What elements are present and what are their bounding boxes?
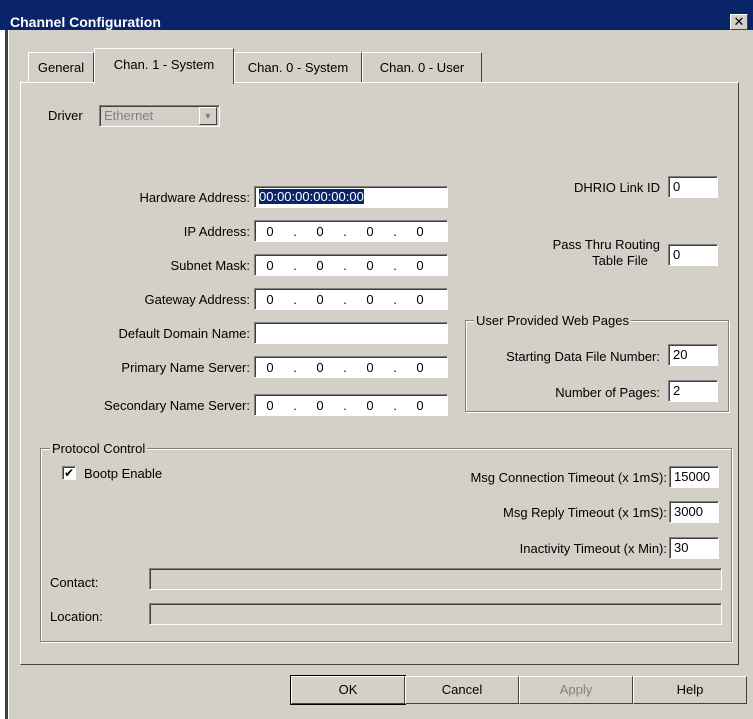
bootp-enable-label: Bootp Enable bbox=[84, 466, 163, 481]
pass-thru-routing-label-2: Table File bbox=[592, 253, 648, 268]
ip-dot: . bbox=[393, 291, 397, 307]
tab-chan0-user[interactable]: Chan. 0 - User bbox=[362, 52, 482, 82]
ip-octet: 0 bbox=[266, 223, 274, 239]
ip-octet: 0 bbox=[316, 397, 324, 413]
inactivity-timeout-field[interactable]: 30 bbox=[669, 537, 719, 559]
ip-dot: . bbox=[393, 223, 397, 239]
contact-field[interactable] bbox=[149, 568, 722, 590]
ip-address-field[interactable]: 0. 0. 0. 0 bbox=[254, 220, 448, 242]
pass-thru-routing-label: Pass Thru Routing bbox=[552, 237, 660, 252]
ip-octet: 0 bbox=[266, 257, 274, 273]
apply-button[interactable]: Apply bbox=[519, 676, 633, 704]
hardware-address-field[interactable]: 00:00:00:00:00:00 bbox=[254, 186, 448, 208]
ok-button[interactable]: OK bbox=[290, 675, 406, 705]
ip-dot: . bbox=[393, 359, 397, 375]
default-domain-name-field[interactable] bbox=[254, 322, 448, 344]
dhrio-link-id-field[interactable]: 0 bbox=[668, 176, 718, 198]
msg-connection-timeout-label: Msg Connection Timeout (x 1mS): bbox=[470, 470, 667, 485]
ip-dot: . bbox=[343, 291, 347, 307]
primary-name-server-label: Primary Name Server: bbox=[121, 360, 250, 375]
ip-octet: 0 bbox=[316, 257, 324, 273]
tab-chan0-system[interactable]: Chan. 0 - System bbox=[234, 52, 362, 82]
tab-general[interactable]: General bbox=[28, 52, 94, 82]
inactivity-timeout-label: Inactivity Timeout (x Min): bbox=[519, 541, 667, 556]
hardware-address-value: 00:00:00:00:00:00 bbox=[259, 189, 364, 204]
ip-octet: 0 bbox=[316, 359, 324, 375]
protocol-control-title: Protocol Control bbox=[50, 441, 148, 456]
ip-dot: . bbox=[293, 291, 297, 307]
msg-reply-timeout-label: Msg Reply Timeout (x 1mS): bbox=[503, 505, 667, 520]
ip-dot: . bbox=[393, 397, 397, 413]
primary-name-server-field[interactable]: 0. 0. 0. 0 bbox=[254, 356, 448, 378]
contact-label: Contact: bbox=[50, 575, 99, 590]
ip-octet: 0 bbox=[266, 291, 274, 307]
ip-dot: . bbox=[343, 359, 347, 375]
tab-chan1-system[interactable]: Chan. 1 - System bbox=[94, 48, 234, 84]
ip-octet: 0 bbox=[416, 223, 424, 239]
ip-dot: . bbox=[293, 257, 297, 273]
ip-octet: 0 bbox=[316, 291, 324, 307]
web-pages-group-title: User Provided Web Pages bbox=[474, 313, 631, 328]
msg-connection-timeout-field[interactable]: 15000 bbox=[669, 466, 719, 488]
ip-dot: . bbox=[293, 397, 297, 413]
ip-octet: 0 bbox=[266, 397, 274, 413]
secondary-name-server-field[interactable]: 0. 0. 0. 0 bbox=[254, 394, 448, 416]
number-of-pages-field[interactable]: 2 bbox=[668, 380, 718, 402]
checkmark-icon: ✔ bbox=[63, 466, 75, 480]
ip-octet: 0 bbox=[416, 257, 424, 273]
dhrio-link-id-label: DHRIO Link ID bbox=[574, 180, 660, 195]
ip-octet: 0 bbox=[266, 359, 274, 375]
ip-octet: 0 bbox=[416, 397, 424, 413]
bootp-enable-checkbox[interactable]: ✔ bbox=[62, 466, 76, 480]
pass-thru-routing-field[interactable]: 0 bbox=[668, 244, 718, 266]
starting-data-file-label: Starting Data File Number: bbox=[506, 349, 660, 364]
gateway-address-label: Gateway Address: bbox=[144, 292, 251, 307]
ip-dot: . bbox=[343, 223, 347, 239]
ip-dot: . bbox=[293, 223, 297, 239]
ip-octet: 0 bbox=[366, 257, 374, 273]
ip-octet: 0 bbox=[416, 359, 424, 375]
ip-dot: . bbox=[343, 257, 347, 273]
window-title: Channel Configuration bbox=[10, 14, 161, 30]
ip-dot: . bbox=[393, 257, 397, 273]
ip-octet: 0 bbox=[366, 359, 374, 375]
background-strip bbox=[0, 30, 9, 719]
close-icon: ✕ bbox=[733, 14, 745, 29]
close-button[interactable]: ✕ bbox=[730, 14, 748, 30]
ip-octet: 0 bbox=[366, 397, 374, 413]
ip-octet: 0 bbox=[416, 291, 424, 307]
driver-value: Ethernet bbox=[104, 108, 154, 123]
help-button[interactable]: Help bbox=[633, 676, 747, 704]
default-domain-name-label: Default Domain Name: bbox=[118, 326, 251, 341]
starting-data-file-field[interactable]: 20 bbox=[668, 344, 718, 366]
hardware-address-label: Hardware Address: bbox=[139, 190, 250, 205]
ip-octet: 0 bbox=[316, 223, 324, 239]
location-field[interactable] bbox=[149, 603, 722, 625]
location-label: Location: bbox=[50, 609, 103, 624]
ip-dot: . bbox=[293, 359, 297, 375]
chevron-down-icon[interactable]: ▼ bbox=[199, 107, 217, 125]
cancel-button[interactable]: Cancel bbox=[405, 676, 519, 704]
gateway-address-field[interactable]: 0. 0. 0. 0 bbox=[254, 288, 448, 310]
subnet-mask-label: Subnet Mask: bbox=[170, 258, 251, 273]
msg-reply-timeout-field[interactable]: 3000 bbox=[669, 501, 719, 523]
subnet-mask-field[interactable]: 0. 0. 0. 0 bbox=[254, 254, 448, 276]
number-of-pages-label: Number of Pages: bbox=[555, 385, 660, 400]
ip-octet: 0 bbox=[366, 223, 374, 239]
driver-label: Driver bbox=[48, 108, 83, 123]
ip-dot: . bbox=[343, 397, 347, 413]
ip-octet: 0 bbox=[366, 291, 374, 307]
ip-address-label: IP Address: bbox=[183, 224, 250, 239]
secondary-name-server-label: Secondary Name Server: bbox=[104, 398, 250, 413]
